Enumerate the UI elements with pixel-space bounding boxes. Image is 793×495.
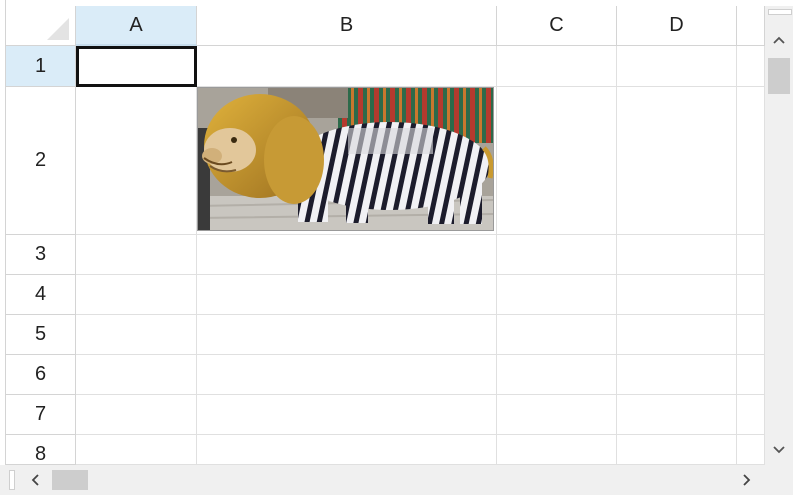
column-header-partial[interactable]	[737, 6, 765, 46]
chevron-down-icon[interactable]	[765, 438, 793, 462]
cell-e1[interactable]	[737, 46, 765, 87]
cell-d4[interactable]	[617, 275, 737, 315]
cell-d6[interactable]	[617, 355, 737, 395]
row-header-1[interactable]: 1	[6, 46, 76, 87]
cell-c1[interactable]	[497, 46, 617, 87]
horizontal-split-handle[interactable]	[9, 470, 15, 490]
row-header-3[interactable]: 3	[6, 235, 76, 275]
spreadsheet-grid: A B C D 1 2 3 4 5 6 7 8	[0, 0, 793, 495]
cell-b4[interactable]	[197, 275, 497, 315]
cell-e3[interactable]	[737, 235, 765, 275]
cell-a2[interactable]	[76, 87, 197, 235]
cell-c8[interactable]	[497, 435, 617, 465]
cell-c2[interactable]	[497, 87, 617, 235]
vertical-scrollbar[interactable]	[765, 6, 793, 465]
column-header-d[interactable]: D	[617, 6, 737, 46]
cell-c6[interactable]	[497, 355, 617, 395]
cell-a7[interactable]	[76, 395, 197, 435]
cell-d7[interactable]	[617, 395, 737, 435]
cell-a5[interactable]	[76, 315, 197, 355]
cell-b6[interactable]	[197, 355, 497, 395]
cell-c5[interactable]	[497, 315, 617, 355]
cell-e7[interactable]	[737, 395, 765, 435]
lion-statue-image[interactable]	[197, 87, 494, 231]
cell-a6[interactable]	[76, 355, 197, 395]
chevron-up-icon[interactable]	[765, 28, 793, 52]
column-header-b[interactable]: B	[197, 6, 497, 46]
cell-b5[interactable]	[197, 315, 497, 355]
column-header-c[interactable]: C	[497, 6, 617, 46]
cell-d5[interactable]	[617, 315, 737, 355]
cell-a3[interactable]	[76, 235, 197, 275]
cell-b3[interactable]	[197, 235, 497, 275]
cell-d1[interactable]	[617, 46, 737, 87]
select-all-triangle-icon	[47, 18, 69, 40]
row-header-7[interactable]: 7	[6, 395, 76, 435]
cell-c7[interactable]	[497, 395, 617, 435]
chevron-right-icon[interactable]	[734, 468, 760, 492]
cell-c4[interactable]	[497, 275, 617, 315]
row-header-2[interactable]: 2	[6, 87, 76, 235]
lion-statue-drawing	[198, 88, 493, 230]
chevron-left-icon[interactable]	[22, 468, 48, 492]
horizontal-scrollbar[interactable]	[0, 465, 793, 495]
cell-d3[interactable]	[617, 235, 737, 275]
cell-e2[interactable]	[737, 87, 765, 235]
row-header-5[interactable]: 5	[6, 315, 76, 355]
column-header-a[interactable]: A	[76, 6, 197, 46]
cell-d2[interactable]	[617, 87, 737, 235]
cell-e6[interactable]	[737, 355, 765, 395]
row-header-8[interactable]: 8	[6, 435, 76, 465]
cell-e5[interactable]	[737, 315, 765, 355]
cell-b7[interactable]	[197, 395, 497, 435]
cell-d8[interactable]	[617, 435, 737, 465]
vertical-scroll-thumb[interactable]	[768, 58, 790, 94]
cell-a8[interactable]	[76, 435, 197, 465]
select-all-corner[interactable]	[6, 6, 76, 46]
cell-c3[interactable]	[497, 235, 617, 275]
scrollbar-corner	[765, 465, 793, 495]
row-header-6[interactable]: 6	[6, 355, 76, 395]
cell-e8[interactable]	[737, 435, 765, 465]
cell-b1[interactable]	[197, 46, 497, 87]
cell-a4[interactable]	[76, 275, 197, 315]
vertical-split-handle[interactable]	[768, 9, 792, 15]
cell-b8[interactable]	[197, 435, 497, 465]
active-cell-selection[interactable]	[76, 46, 197, 87]
horizontal-scroll-thumb[interactable]	[52, 470, 88, 490]
row-header-4[interactable]: 4	[6, 275, 76, 315]
cell-e4[interactable]	[737, 275, 765, 315]
